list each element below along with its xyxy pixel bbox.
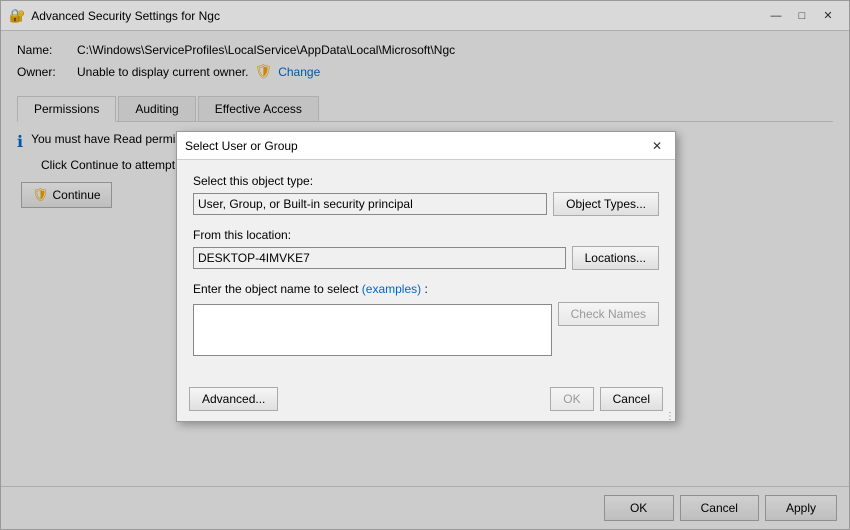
dialog-cancel-button[interactable]: Cancel <box>600 387 663 411</box>
object-types-button[interactable]: Object Types... <box>553 192 659 216</box>
locations-button[interactable]: Locations... <box>572 246 659 270</box>
object-name-label: Enter the object name to select (example… <box>193 282 552 296</box>
dialog-ok-cancel: OK Cancel <box>550 387 663 411</box>
object-name-row: Enter the object name to select (example… <box>193 282 659 359</box>
object-type-input[interactable] <box>193 193 547 215</box>
dialog-title: Select User or Group <box>185 139 298 153</box>
dialog-close-button[interactable]: ✕ <box>647 137 667 155</box>
object-type-label: Select this object type: <box>193 174 659 188</box>
examples-link[interactable]: (examples) <box>362 282 421 296</box>
modal-overlay: Select User or Group ✕ Select this objec… <box>1 1 849 529</box>
main-window: 🔐 Advanced Security Settings for Ngc — □… <box>0 0 850 530</box>
object-name-textarea[interactable] <box>193 304 552 356</box>
object-name-left: Enter the object name to select (example… <box>193 282 552 359</box>
dialog-bottom-bar: Advanced... OK Cancel <box>177 381 675 421</box>
resize-handle[interactable]: ⋮ <box>665 411 673 419</box>
select-user-group-dialog: Select User or Group ✕ Select this objec… <box>176 131 676 422</box>
dialog-title-bar: Select User or Group ✕ <box>177 132 675 160</box>
dialog-ok-button[interactable]: OK <box>550 387 593 411</box>
check-names-button[interactable]: Check Names <box>558 302 659 326</box>
location-row: Locations... <box>193 246 659 270</box>
advanced-button[interactable]: Advanced... <box>189 387 278 411</box>
object-type-row: Object Types... <box>193 192 659 216</box>
location-input[interactable] <box>193 247 566 269</box>
dialog-body: Select this object type: Object Types...… <box>177 160 675 381</box>
location-label: From this location: <box>193 228 659 242</box>
